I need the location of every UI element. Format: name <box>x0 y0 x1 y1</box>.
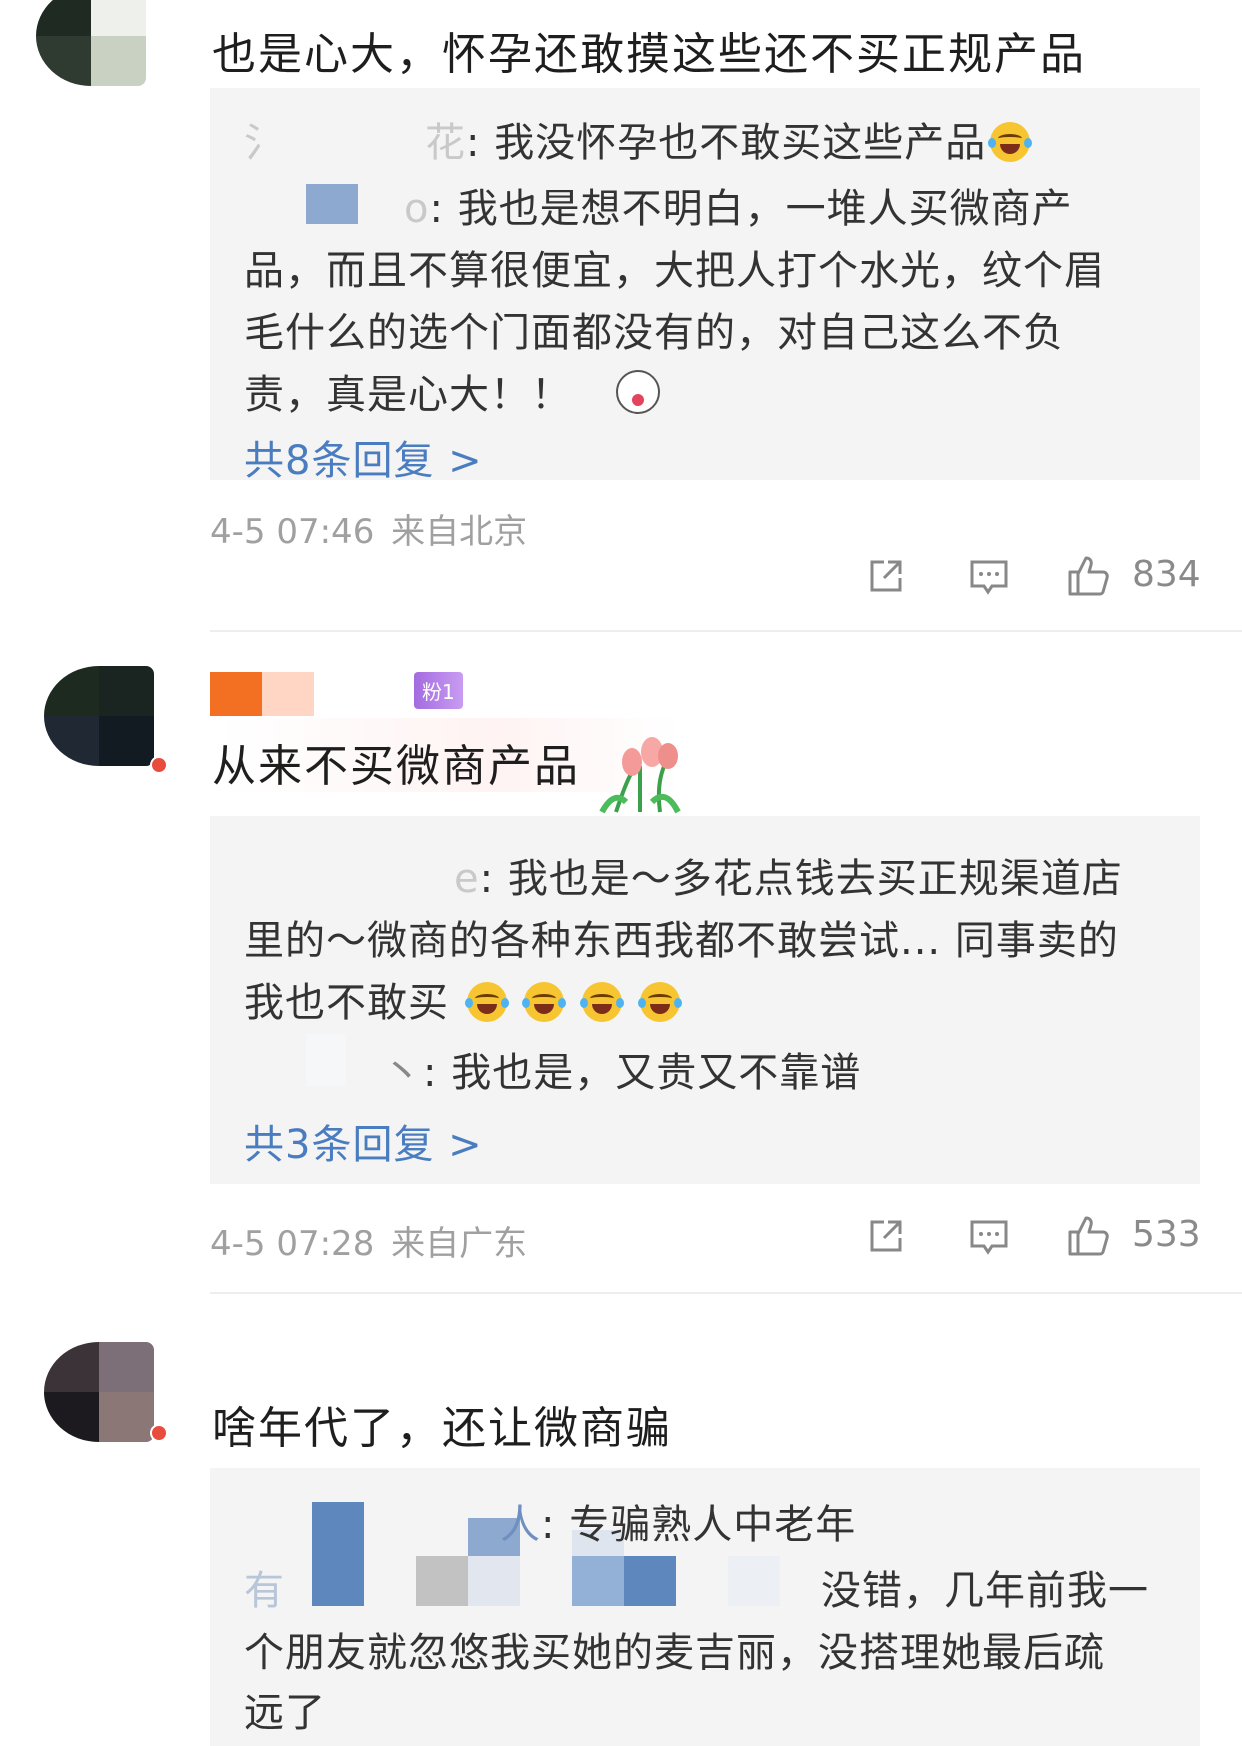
laughing-crying-emoji-icon <box>637 982 682 1022</box>
reply-username[interactable]: e <box>454 856 480 902</box>
reply-line: o: 我也是想不明白，一堆人买微商产 <box>404 186 1073 232</box>
reply-line: 人: 专骗熟人中老年 <box>500 1502 857 1548</box>
reply-line: 我也不敢买 <box>244 970 682 1028</box>
laughing-crying-emoji-icon <box>464 982 509 1022</box>
reply-username[interactable]: o <box>404 186 429 232</box>
reply-username[interactable]: 花 <box>425 120 466 166</box>
comment-text: 啥年代了，还让微商骗 <box>212 1403 672 1454</box>
husky-emoji-icon <box>615 370 660 414</box>
username-mosaic[interactable] <box>262 672 314 716</box>
comment-icon[interactable] <box>968 1216 1010 1258</box>
divider <box>210 630 1242 632</box>
avatar[interactable] <box>36 0 146 86</box>
location: 来自广东 <box>391 1224 528 1264</box>
reply-box[interactable]: 氵花: 我没怀孕也不敢买这些产品 o: 我也是想不明白，一堆人买微商产 品，而且… <box>210 88 1200 484</box>
tulip-sticker-icon <box>599 737 681 814</box>
like-icon[interactable] <box>1066 552 1112 598</box>
laughing-crying-emoji-icon <box>988 122 1033 162</box>
laughing-crying-emoji-icon <box>580 982 625 1022</box>
reply-text: 个朋友就忽悠我买她的麦吉丽，没搭理她最后疏 <box>244 1630 1105 1676</box>
username-mosaic[interactable] <box>210 672 262 716</box>
reply-line: e: 我也是～多花点钱去买正规渠道店 <box>454 856 1123 902</box>
fan-badge[interactable]: 粉1 <box>414 672 463 709</box>
comment-text: 也是心大，怀孕还敢摸这些还不买正规产品 <box>212 29 1086 80</box>
reply-text: 我没怀孕也不敢买这些产品 <box>494 120 987 166</box>
reply-text: 远了 <box>244 1690 326 1736</box>
share-icon[interactable] <box>866 556 906 596</box>
reply-text: 我也不敢买 <box>244 980 449 1026</box>
avatar[interactable] <box>44 1342 154 1442</box>
share-icon[interactable] <box>866 1216 906 1256</box>
reply-text: 里的～微商的各种东西我都不敢尝试... 同事卖的 <box>244 918 1119 964</box>
reply-text: 我也是，又贵又不靠谱 <box>451 1050 862 1096</box>
like-count: 834 <box>1132 554 1201 595</box>
location: 来自北京 <box>391 512 528 552</box>
comment-icon[interactable] <box>968 556 1010 598</box>
comment-meta: 4-5 07:46 来自北京 <box>210 504 527 553</box>
reply-text: 品，而且不算很便宜，大把人打个水光，纹个眉 <box>244 248 1105 294</box>
reply-username[interactable]: 有 <box>244 1568 285 1614</box>
reply-username[interactable]: 丶 <box>382 1050 423 1096</box>
more-replies-link[interactable]: 共3条回复 > <box>244 1112 483 1170</box>
verified-dot <box>150 756 168 774</box>
reply-text: 责，真是心大！！ <box>244 372 572 418</box>
comment-actions: 533 <box>860 1214 1201 1272</box>
reply-box[interactable]: e: 我也是～多花点钱去买正规渠道店 里的～微商的各种东西我都不敢尝试... 同… <box>210 816 1200 1184</box>
like-icon[interactable] <box>1066 1212 1112 1258</box>
reply-username[interactable]: 氵 <box>244 120 285 166</box>
comment-meta: 4-5 07:28 来自广东 <box>210 1216 527 1265</box>
reply-line: 责，真是心大！！ <box>244 362 660 420</box>
reply-box[interactable]: 人: 专骗熟人中老年 有 没错，几年前我一 个朋友就忽悠我买她的麦吉丽，没搭理她最… <box>210 1468 1200 1746</box>
verified-dot <box>150 1424 168 1442</box>
reply-line: 丶: 我也是，又贵又不靠谱 <box>382 1050 862 1096</box>
timestamp: 4-5 07:28 <box>210 1224 375 1264</box>
more-replies-link[interactable]: 共8条回复 > <box>244 428 483 486</box>
like-count: 533 <box>1132 1214 1201 1255</box>
reply-line: 氵花: 我没怀孕也不敢买这些产品 <box>244 110 1033 168</box>
laughing-crying-emoji-icon <box>522 982 567 1022</box>
reply-text: 专骗熟人中老年 <box>569 1502 857 1548</box>
comment-actions: 834 <box>860 554 1201 612</box>
avatar[interactable] <box>44 666 154 766</box>
reply-line: 有 没错，几年前我一 <box>244 1558 1149 1616</box>
reply-username[interactable]: 人 <box>500 1502 541 1548</box>
reply-text: 毛什么的选个门面都没有的，对自己这么不负 <box>244 310 1064 356</box>
reply-text: 我也是想不明白，一堆人买微商产 <box>457 186 1073 232</box>
comment-text: 从来不买微商产品 <box>212 741 580 792</box>
divider <box>210 1292 1242 1294</box>
timestamp: 4-5 07:46 <box>210 512 375 552</box>
reply-text: 我也是～多花点钱去买正规渠道店 <box>507 856 1123 902</box>
reply-text: 没错，几年前我一 <box>821 1568 1149 1614</box>
